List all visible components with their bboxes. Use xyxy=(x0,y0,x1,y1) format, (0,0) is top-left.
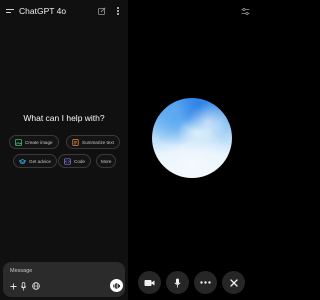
suggestion-label: Summarize text xyxy=(82,139,114,145)
mute-button[interactable] xyxy=(166,271,189,294)
graduation-cap-icon xyxy=(19,158,26,164)
settings-sliders-icon[interactable] xyxy=(241,7,250,16)
camera-button[interactable] xyxy=(138,271,161,294)
message-composer[interactable]: Message xyxy=(3,262,125,297)
suggestion-label: Get advice xyxy=(29,158,51,164)
voice-pane xyxy=(128,0,255,300)
suggestion-code[interactable]: Code xyxy=(58,154,91,168)
suggestion-summarize-text[interactable]: Summarize text xyxy=(66,135,120,149)
globe-icon[interactable] xyxy=(32,282,40,290)
voice-orb xyxy=(152,98,232,178)
end-voice-button[interactable] xyxy=(222,271,245,294)
suggestion-label: Code xyxy=(74,158,85,164)
suggestion-label: Create image xyxy=(25,139,53,145)
app-title[interactable]: ChatGPT 4o xyxy=(19,6,66,16)
microphone-icon xyxy=(174,278,181,287)
voice-mode-button[interactable] xyxy=(110,279,123,292)
suggestion-create-image[interactable]: Create image xyxy=(9,135,59,149)
video-camera-icon xyxy=(144,279,155,286)
suggestion-label: More xyxy=(101,158,112,164)
plus-icon[interactable] xyxy=(10,283,17,290)
voice-mode-icon xyxy=(113,282,120,289)
more-button[interactable] xyxy=(194,271,217,294)
screen: ChatGPT 4o What can I help with? Create … xyxy=(0,0,255,300)
microphone-icon[interactable] xyxy=(20,282,27,291)
new-chat-icon[interactable] xyxy=(98,7,106,15)
headline: What can I help with? xyxy=(23,113,105,123)
suggestion-more[interactable]: More xyxy=(96,154,117,168)
code-icon xyxy=(64,157,71,165)
image-icon xyxy=(15,138,22,146)
close-icon xyxy=(229,278,238,287)
suggestion-get-advice[interactable]: Get advice xyxy=(13,154,57,168)
menu-icon[interactable] xyxy=(6,9,14,15)
message-input[interactable]: Message xyxy=(10,268,32,274)
more-icon xyxy=(200,281,211,284)
document-icon xyxy=(72,138,79,146)
chat-pane: ChatGPT 4o What can I help with? Create … xyxy=(0,0,128,300)
more-options-icon[interactable] xyxy=(117,7,120,16)
